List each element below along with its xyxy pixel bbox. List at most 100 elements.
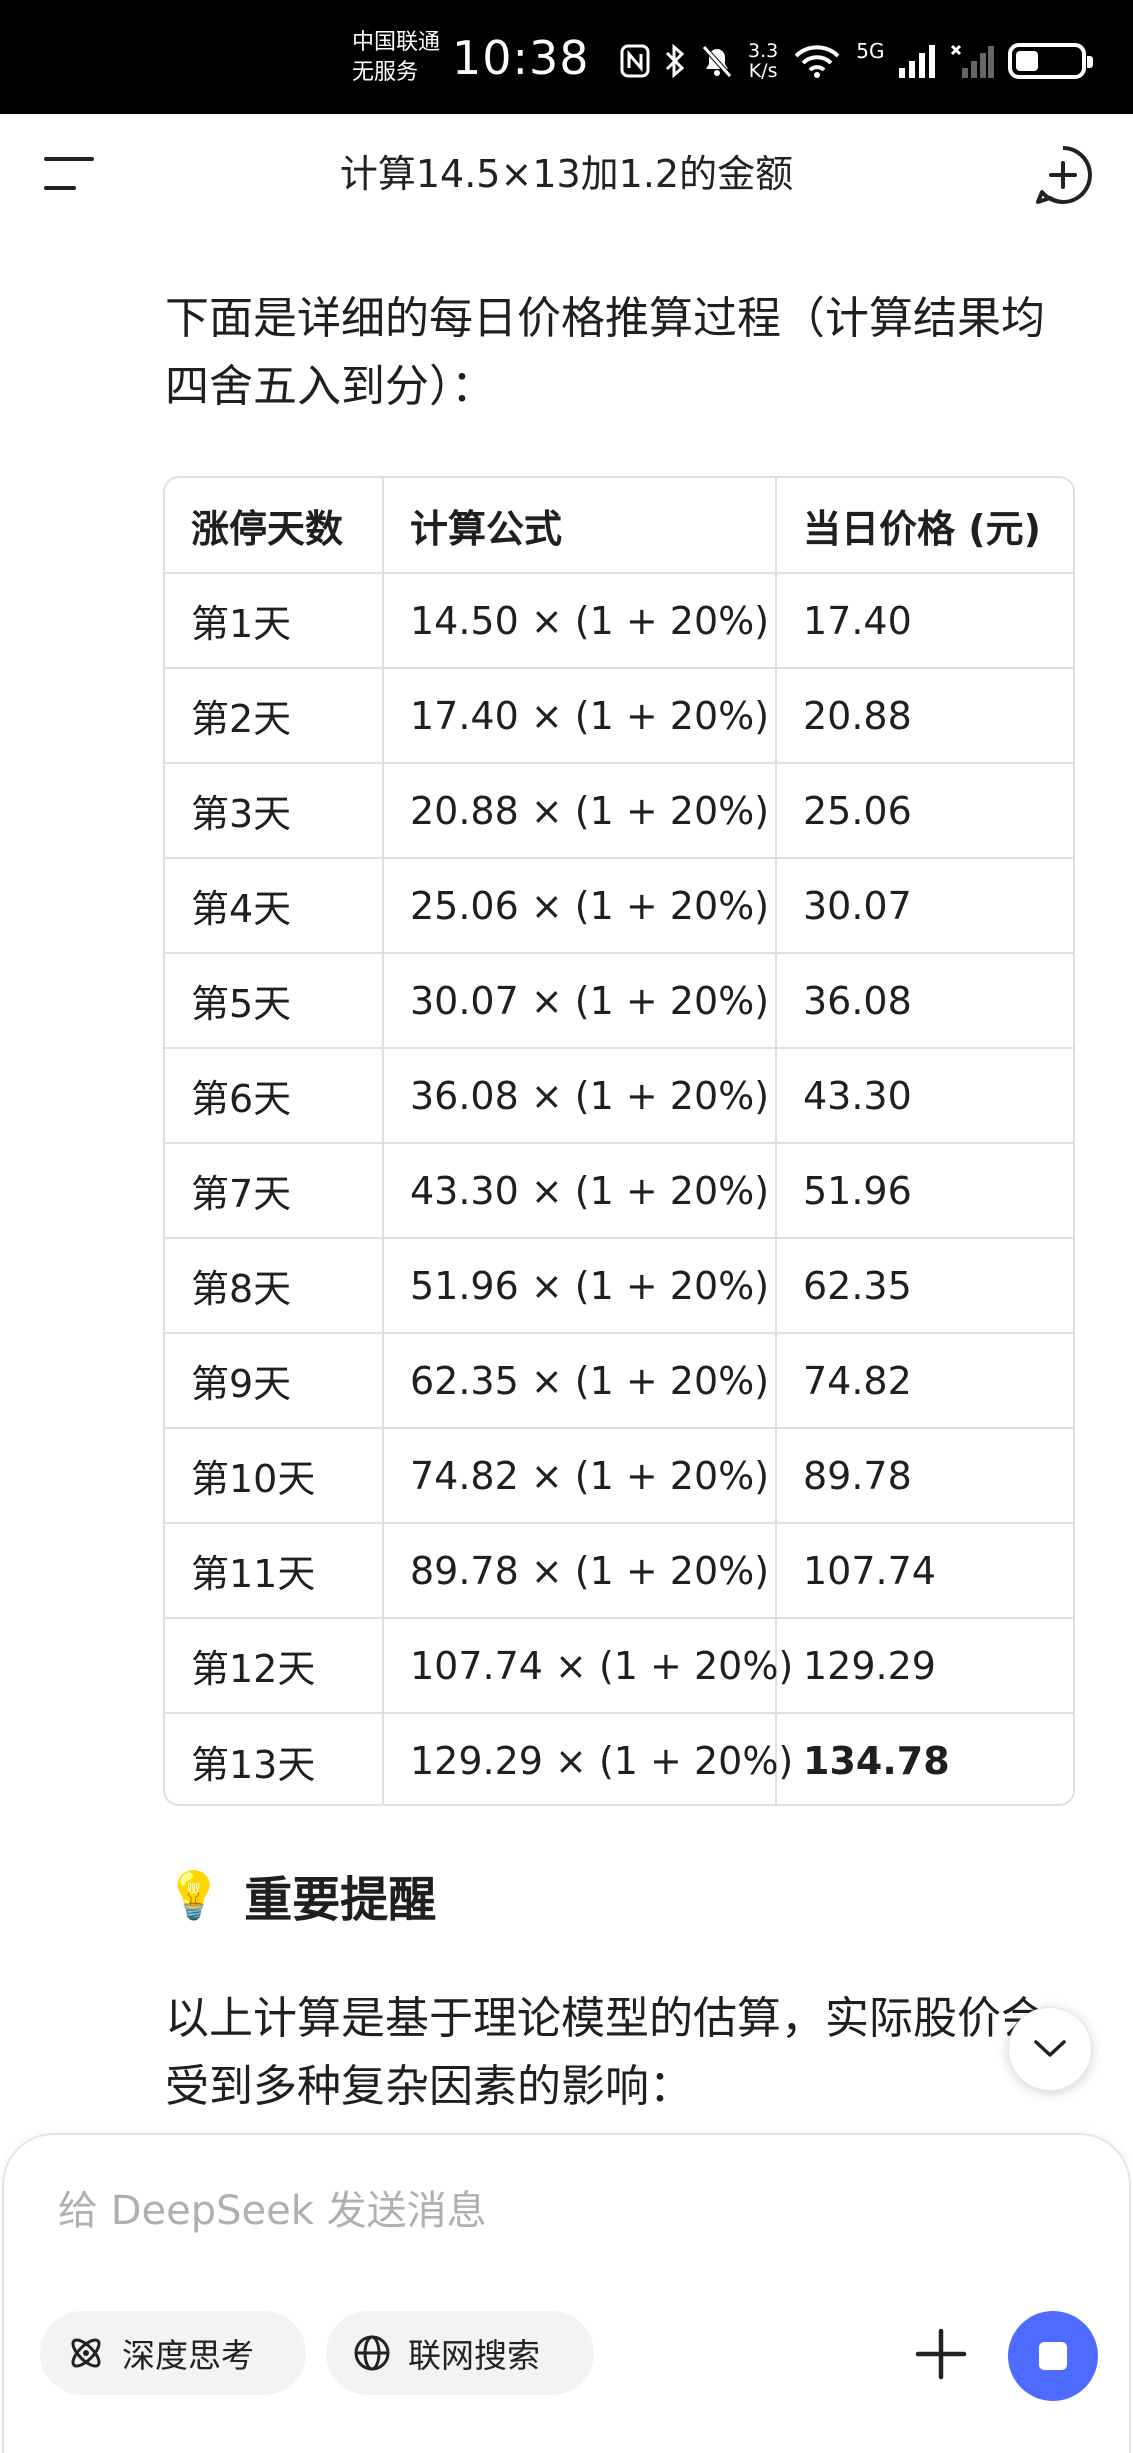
carrier-name: 中国联通 bbox=[352, 30, 441, 55]
deep-think-label: 深度思考 bbox=[122, 2336, 254, 2375]
price-cell: 129.29 bbox=[776, 1618, 1073, 1714]
table-row: 第9天 62.35 × (1 + 20%) 74.82 bbox=[165, 1333, 1073, 1429]
table-body: 第1天 14.50 × (1 + 20%) 17.40 第2天 17.40 × (1 +… bbox=[165, 573, 1073, 1804]
table-row: 第2天 17.40 × (1 + 20%) 20.88 bbox=[165, 668, 1073, 764]
table-header-cell: 当日价格 (元) bbox=[776, 478, 1073, 574]
formula-cell: 43.30 × (1 + 20%) bbox=[383, 1143, 777, 1239]
price-cell: 62.35 bbox=[776, 1238, 1073, 1334]
web-search-label: 联网搜索 bbox=[408, 2336, 540, 2375]
day-cell: 第6天 bbox=[165, 1048, 384, 1144]
reminder-body-line: 受到多种复杂因素的影响： bbox=[165, 2061, 693, 2112]
intro-text: 下面是详细的每日价格推算过程（计算结果均四舍五入到分）： bbox=[165, 293, 1045, 412]
day-cell: 第11天 bbox=[165, 1523, 384, 1619]
formula-cell: 51.96 × (1 + 20%) bbox=[383, 1238, 777, 1334]
price-cell: 43.30 bbox=[776, 1048, 1073, 1144]
message-composer: 深度思考 联网搜索 bbox=[2, 2133, 1131, 2453]
price-cell: 134.78 bbox=[803, 1739, 950, 1783]
nfc-icon bbox=[620, 44, 650, 78]
deep-think-toggle[interactable]: 深度思考 bbox=[40, 2311, 306, 2395]
table-row: 第11天 89.78 × (1 + 20%) 107.74 bbox=[165, 1523, 1073, 1619]
net-speed-unit: K/s bbox=[748, 60, 778, 82]
table-row: 第6天 36.08 × (1 + 20%) 43.30 bbox=[165, 1048, 1073, 1144]
table-row: 第13天 129.29 × (1 + 20%) 134.78 bbox=[165, 1713, 1073, 1804]
battery-icon bbox=[1008, 43, 1094, 79]
stop-icon bbox=[1039, 2342, 1067, 2370]
day-cell: 第2天 bbox=[165, 668, 384, 764]
day-cell: 第1天 bbox=[165, 573, 384, 669]
table-header-row: 涨停天数 计算公式 当日价格 (元) bbox=[165, 478, 1073, 574]
net-speed: 3.3 K/s bbox=[748, 41, 778, 81]
table-row: 第3天 20.88 × (1 + 20%) 25.06 bbox=[165, 763, 1073, 859]
status-time: 10:38 bbox=[452, 31, 590, 85]
day-cell: 第9天 bbox=[165, 1333, 384, 1429]
status-bar: 中国联通 无服务 10:38 3.3 K/s 5G bbox=[0, 0, 1133, 114]
message-input[interactable] bbox=[58, 2181, 958, 2241]
day-cell: 第7天 bbox=[165, 1143, 384, 1239]
battery-level bbox=[1016, 51, 1039, 71]
formula-cell: 17.40 × (1 + 20%) bbox=[383, 668, 777, 764]
table-row: 第12天 107.74 × (1 + 20%) 129.29 bbox=[165, 1618, 1073, 1714]
formula-cell: 30.07 × (1 + 20%) bbox=[383, 953, 777, 1049]
reminder-body: 以上计算是基于理论模型的估算，实际股价会 受到多种复杂因素的影响： bbox=[165, 1985, 1065, 2121]
formula-cell: 14.50 × (1 + 20%) bbox=[383, 573, 777, 669]
reminder-title: 重要提醒 bbox=[244, 1872, 437, 1928]
atom-icon bbox=[71, 2338, 101, 2368]
price-cell: 74.82 bbox=[776, 1333, 1073, 1429]
day-cell: 第12天 bbox=[165, 1618, 384, 1714]
web-search-toggle[interactable]: 联网搜索 bbox=[326, 2311, 594, 2395]
price-cell: 17.40 bbox=[776, 573, 1073, 669]
table-row: 第4天 25.06 × (1 + 20%) 30.07 bbox=[165, 858, 1073, 954]
stop-generation-button[interactable] bbox=[1008, 2311, 1098, 2401]
table-row: 第8天 51.96 × (1 + 20%) 62.35 bbox=[165, 1238, 1073, 1334]
scroll-to-bottom-button[interactable] bbox=[1008, 2007, 1092, 2091]
table-header-cell: 计算公式 bbox=[383, 478, 777, 574]
price-cell: 30.07 bbox=[776, 858, 1073, 954]
mute-bell-icon bbox=[702, 45, 732, 78]
price-cell: 20.88 bbox=[776, 668, 1073, 764]
day-cell: 第5天 bbox=[165, 953, 384, 1049]
formula-cell: 20.88 × (1 + 20%) bbox=[383, 763, 777, 859]
chevron-down-icon bbox=[1034, 2040, 1066, 2057]
signal-type-label: 5G bbox=[856, 39, 885, 63]
lightbulb-icon: 💡 bbox=[165, 1867, 223, 1922]
status-icons: 3.3 K/s 5G bbox=[620, 36, 1094, 86]
reminder-heading: 💡 重要提醒 bbox=[165, 1860, 436, 1930]
formula-cell: 25.06 × (1 + 20%) bbox=[383, 858, 777, 954]
attach-plus-icon[interactable] bbox=[912, 2325, 970, 2383]
table-row: 第7天 43.30 × (1 + 20%) 51.96 bbox=[165, 1143, 1073, 1239]
reminder-body-line: 以上计算是基于理论模型的估算，实际股价会 bbox=[165, 1993, 1045, 2044]
day-cell: 第3天 bbox=[165, 763, 384, 859]
day-cell: 第10天 bbox=[165, 1428, 384, 1524]
price-cell: 107.74 bbox=[776, 1523, 1073, 1619]
formula-cell: 36.08 × (1 + 20%) bbox=[383, 1048, 777, 1144]
price-cell: 25.06 bbox=[776, 763, 1073, 859]
bluetooth-icon bbox=[665, 43, 685, 79]
formula-cell: 107.74 × (1 + 20%) bbox=[383, 1618, 793, 1714]
formula-cell: 74.82 × (1 + 20%) bbox=[383, 1428, 777, 1524]
formula-cell: 89.78 × (1 + 20%) bbox=[383, 1523, 777, 1619]
day-cell: 第13天 bbox=[165, 1713, 384, 1804]
carrier-service: 无服务 bbox=[352, 60, 419, 85]
new-chat-icon[interactable] bbox=[1032, 144, 1094, 206]
no-signal-icon bbox=[951, 44, 995, 78]
menu-icon[interactable] bbox=[44, 154, 96, 194]
table-row: 第5天 30.07 × (1 + 20%) 36.08 bbox=[165, 953, 1073, 1049]
chat-title[interactable]: 计算14.5×13加1.2的金额 bbox=[160, 144, 973, 204]
chat-header: 计算14.5×13加1.2的金额 bbox=[0, 114, 1133, 234]
signal-icon bbox=[899, 45, 936, 78]
formula-cell: 62.35 × (1 + 20%) bbox=[383, 1333, 777, 1429]
price-cell: 36.08 bbox=[776, 953, 1073, 1049]
price-cell: 89.78 bbox=[776, 1428, 1073, 1524]
formula-cell: 129.29 × (1 + 20%) bbox=[383, 1713, 793, 1804]
carrier-info: 中国联通 无服务 bbox=[352, 28, 440, 88]
day-cell: 第8天 bbox=[165, 1238, 384, 1334]
day-cell: 第4天 bbox=[165, 858, 384, 954]
price-cell: 51.96 bbox=[776, 1143, 1073, 1239]
net-speed-value: 3.3 bbox=[748, 40, 779, 62]
wifi-icon bbox=[794, 45, 840, 78]
battery-nub bbox=[1087, 56, 1094, 68]
table-row: 第1天 14.50 × (1 + 20%) 17.40 bbox=[165, 573, 1073, 669]
price-table: 涨停天数 计算公式 当日价格 (元) 第1天 14.50 × (1 + 20%) 1… bbox=[163, 476, 1075, 1806]
table-header-cell: 涨停天数 bbox=[165, 478, 384, 574]
globe-icon bbox=[354, 2335, 390, 2371]
